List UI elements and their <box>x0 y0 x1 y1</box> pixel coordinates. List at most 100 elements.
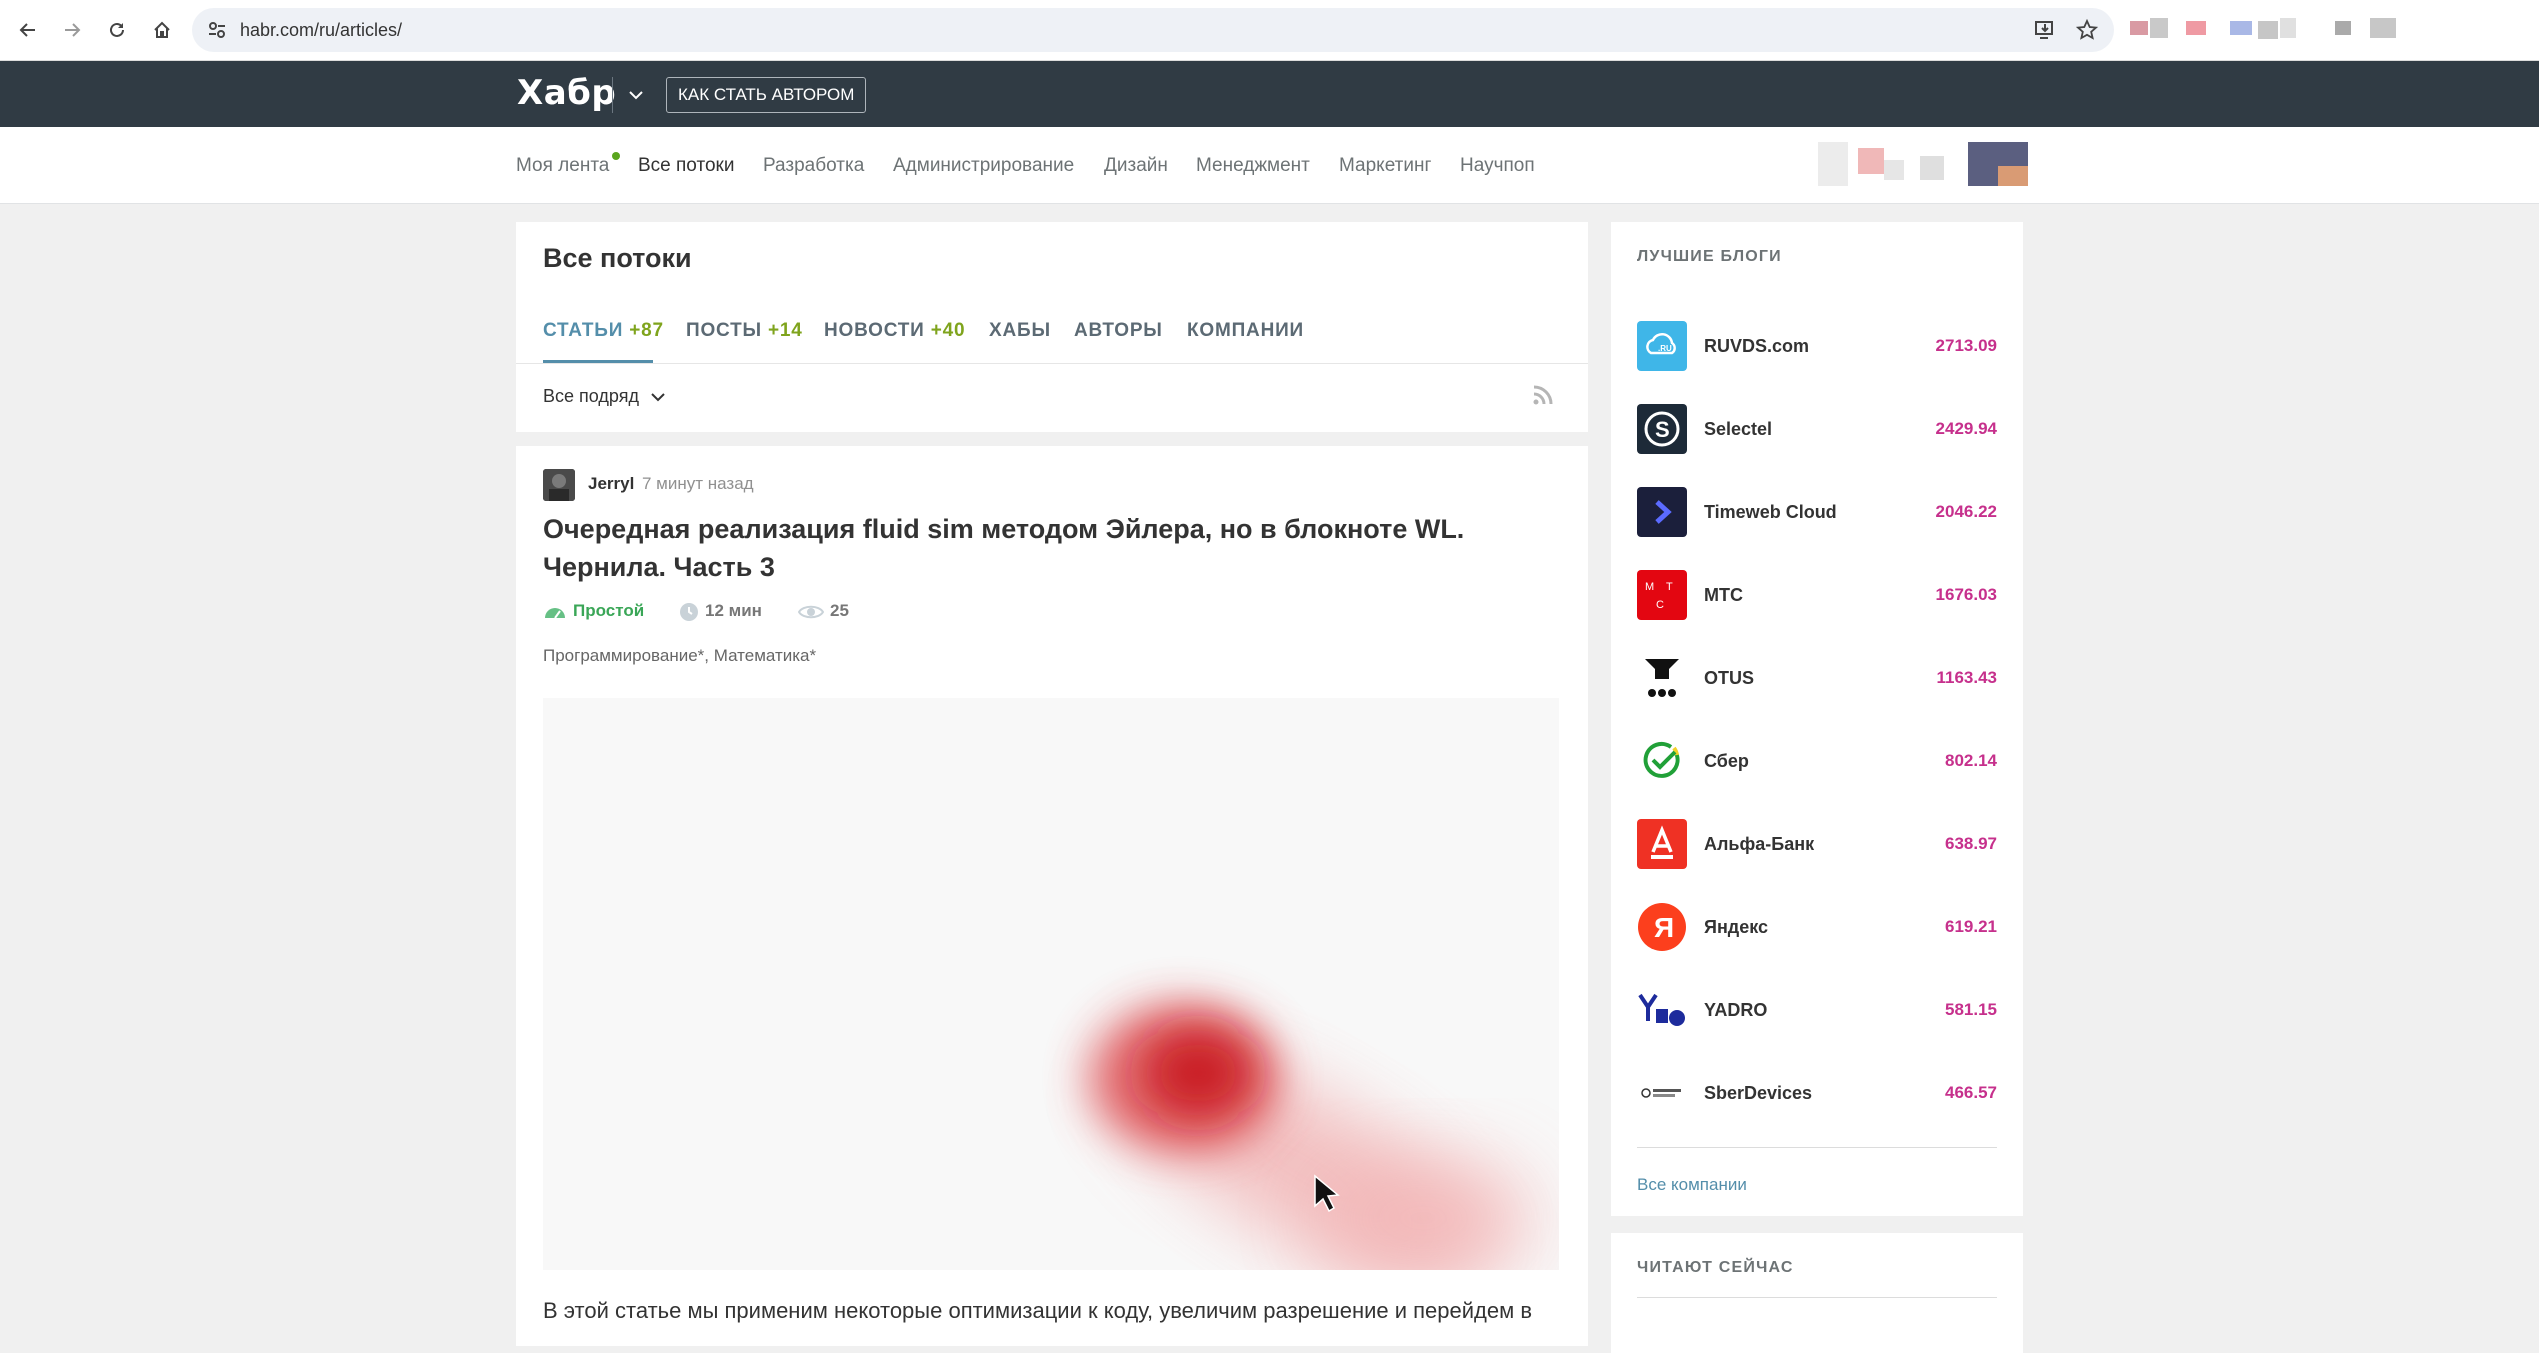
nav-management[interactable]: Менеджмент <box>1196 155 1310 177</box>
tab-news[interactable]: НОВОСТИ +40 <box>824 320 965 342</box>
nav-all-flows[interactable]: Все потоки <box>638 155 734 177</box>
blog-name: Timeweb Cloud <box>1704 502 1837 522</box>
svg-text:Я: Я <box>1654 912 1674 943</box>
blog-item[interactable]: Альфа-Банк 638.97 <box>1637 819 1997 871</box>
blog-name: YADRO <box>1704 1000 1768 1020</box>
article-title[interactable]: Очередная реализация fluid sim методом Э… <box>543 510 1563 586</box>
best-blogs-title: ЛУЧШИЕ БЛОГИ <box>1637 248 1782 265</box>
install-app-icon[interactable] <box>2034 19 2056 41</box>
tab-authors[interactable]: АВТОРЫ <box>1074 320 1163 342</box>
article-card: Jerryl 7 минут назад Очередная реализаци… <box>516 446 1588 1346</box>
yandex-logo-icon: Я <box>1637 902 1687 952</box>
tab-articles[interactable]: СТАТЬИ +87 <box>543 320 664 342</box>
views-count: 25 <box>798 601 849 621</box>
url-text[interactable]: habr.com/ru/articles/ <box>240 20 402 41</box>
svg-text:S: S <box>1655 417 1670 442</box>
mts-logo-icon: М ТС <box>1637 570 1687 620</box>
blog-rating: 638.97 <box>1945 834 1997 853</box>
page-title: Все потоки <box>543 243 692 273</box>
publish-time: 7 минут назад <box>642 474 754 493</box>
blog-rating: 2713.09 <box>1935 336 1997 355</box>
blog-item[interactable]: Я Яндекс 619.21 <box>1637 902 1997 954</box>
timeweb-logo-icon <box>1637 487 1687 537</box>
avatar[interactable] <box>543 469 575 501</box>
blog-name: МТС <box>1704 585 1743 605</box>
complexity-icon <box>545 607 565 619</box>
rss-icon[interactable] <box>1532 384 1554 406</box>
habr-logo[interactable]: Хабр <box>517 73 616 113</box>
tab-posts[interactable]: ПОСТЫ +14 <box>686 320 803 342</box>
bookmark-star-icon[interactable] <box>2076 19 2098 41</box>
author-name[interactable]: Jerryl <box>588 474 634 494</box>
blog-item[interactable]: .RU RUVDS.com 2713.09 <box>1637 321 1997 373</box>
sberdevices-logo-icon <box>1637 1068 1687 1118</box>
blog-item[interactable]: МТС МТС 1676.03 <box>1637 570 1997 622</box>
sber-logo-icon <box>1637 736 1687 786</box>
user-controls[interactable] <box>1818 142 2030 186</box>
clock-icon <box>680 602 698 621</box>
nav-popsci[interactable]: Научпоп <box>1460 155 1535 177</box>
blog-name: Selectel <box>1704 419 1773 439</box>
article-preview-image[interactable] <box>543 698 1559 1285</box>
blog-item[interactable]: S Selectel 2429.94 <box>1637 404 1997 456</box>
selectel-logo-icon: S <box>1637 404 1687 454</box>
forward-arrow-icon[interactable] <box>57 15 87 45</box>
ink-simulation-image <box>543 698 1559 1285</box>
logo-divider <box>612 77 613 113</box>
blog-rating: 2429.94 <box>1935 419 1997 438</box>
svg-text:Т: Т <box>1666 581 1673 593</box>
blog-name: SberDevices <box>1704 1083 1813 1103</box>
address-bar[interactable]: habr.com/ru/articles/ <box>192 8 2114 52</box>
otus-logo-icon <box>1637 653 1687 703</box>
extensions-area[interactable] <box>2130 18 2530 40</box>
article-lead-text: В этой статье мы применим некоторые опти… <box>543 1298 1533 1323</box>
blog-item[interactable]: Timeweb Cloud 2046.22 <box>1637 487 1997 539</box>
blog-rating: 1676.03 <box>1935 585 1997 604</box>
feed-header-card: Все потоки СТАТЬИ +87 ПОСТЫ +14 НОВОСТИ … <box>516 222 1588 432</box>
blog-item[interactable]: SberDevices 466.57 <box>1637 1068 1997 1120</box>
ruvds-logo-icon: .RU <box>1637 321 1687 371</box>
back-arrow-icon[interactable] <box>13 15 43 45</box>
all-companies-link[interactable]: Все компании <box>1637 1175 1747 1195</box>
divider <box>516 363 1588 364</box>
browser-toolbar: habr.com/ru/articles/ <box>0 0 2539 61</box>
blog-name: Альфа-Банк <box>1704 834 1815 854</box>
divider <box>1637 1147 1997 1148</box>
reload-icon[interactable] <box>102 15 132 45</box>
blog-name: RUVDS.com <box>1704 336 1810 356</box>
site-settings-icon[interactable] <box>206 19 228 41</box>
blog-name: OTUS <box>1704 668 1755 688</box>
divider <box>1637 1297 1997 1298</box>
reading-time: 12 мин <box>679 601 762 622</box>
tab-hubs[interactable]: ХАБЫ <box>989 320 1051 342</box>
chevron-down-icon[interactable] <box>626 85 646 105</box>
blog-item[interactable]: Сбер 802.14 <box>1637 736 1997 788</box>
blog-rating: 581.15 <box>1945 1000 1997 1019</box>
article-hubs[interactable]: Программирование*, Математика* <box>543 646 816 666</box>
site-header: Хабр КАК СТАТЬ АВТОРОМ <box>0 61 2539 127</box>
home-icon[interactable] <box>147 15 177 45</box>
nav-development[interactable]: Разработка <box>763 155 864 177</box>
reading-now-title: ЧИТАЮТ СЕЙЧАС <box>1637 1259 1794 1276</box>
tab-companies[interactable]: КОМПАНИИ <box>1187 320 1304 342</box>
alfa-bank-logo-icon <box>1637 819 1687 869</box>
blog-name: Сбер <box>1704 751 1749 771</box>
blog-rating: 802.14 <box>1945 751 1997 770</box>
nav-my-feed[interactable]: Моя лента <box>516 155 609 177</box>
blog-item[interactable]: YADRO 581.15 <box>1637 985 1997 1037</box>
blog-rating: 2046.22 <box>1935 502 1997 521</box>
chevron-down-icon[interactable] <box>649 388 667 406</box>
how-to-become-author-button[interactable]: КАК СТАТЬ АВТОРОМ <box>666 77 867 113</box>
filter-dropdown[interactable]: Все подряд <box>543 386 639 407</box>
svg-text:.RU: .RU <box>1658 344 1672 353</box>
blog-item[interactable]: OTUS 1163.43 <box>1637 653 1997 705</box>
nav-administration[interactable]: Администрирование <box>893 155 1074 177</box>
reading-now-card: ЧИТАЮТ СЕЙЧАС <box>1611 1233 2023 1353</box>
blog-rating: 619.21 <box>1945 917 1997 936</box>
complexity-badge: Простой <box>543 601 644 621</box>
svg-text:С: С <box>1656 599 1664 611</box>
blog-rating: 1163.43 <box>1936 668 1997 687</box>
nav-design[interactable]: Дизайн <box>1104 155 1168 177</box>
svg-text:М: М <box>1645 581 1654 593</box>
nav-marketing[interactable]: Маркетинг <box>1339 155 1431 177</box>
